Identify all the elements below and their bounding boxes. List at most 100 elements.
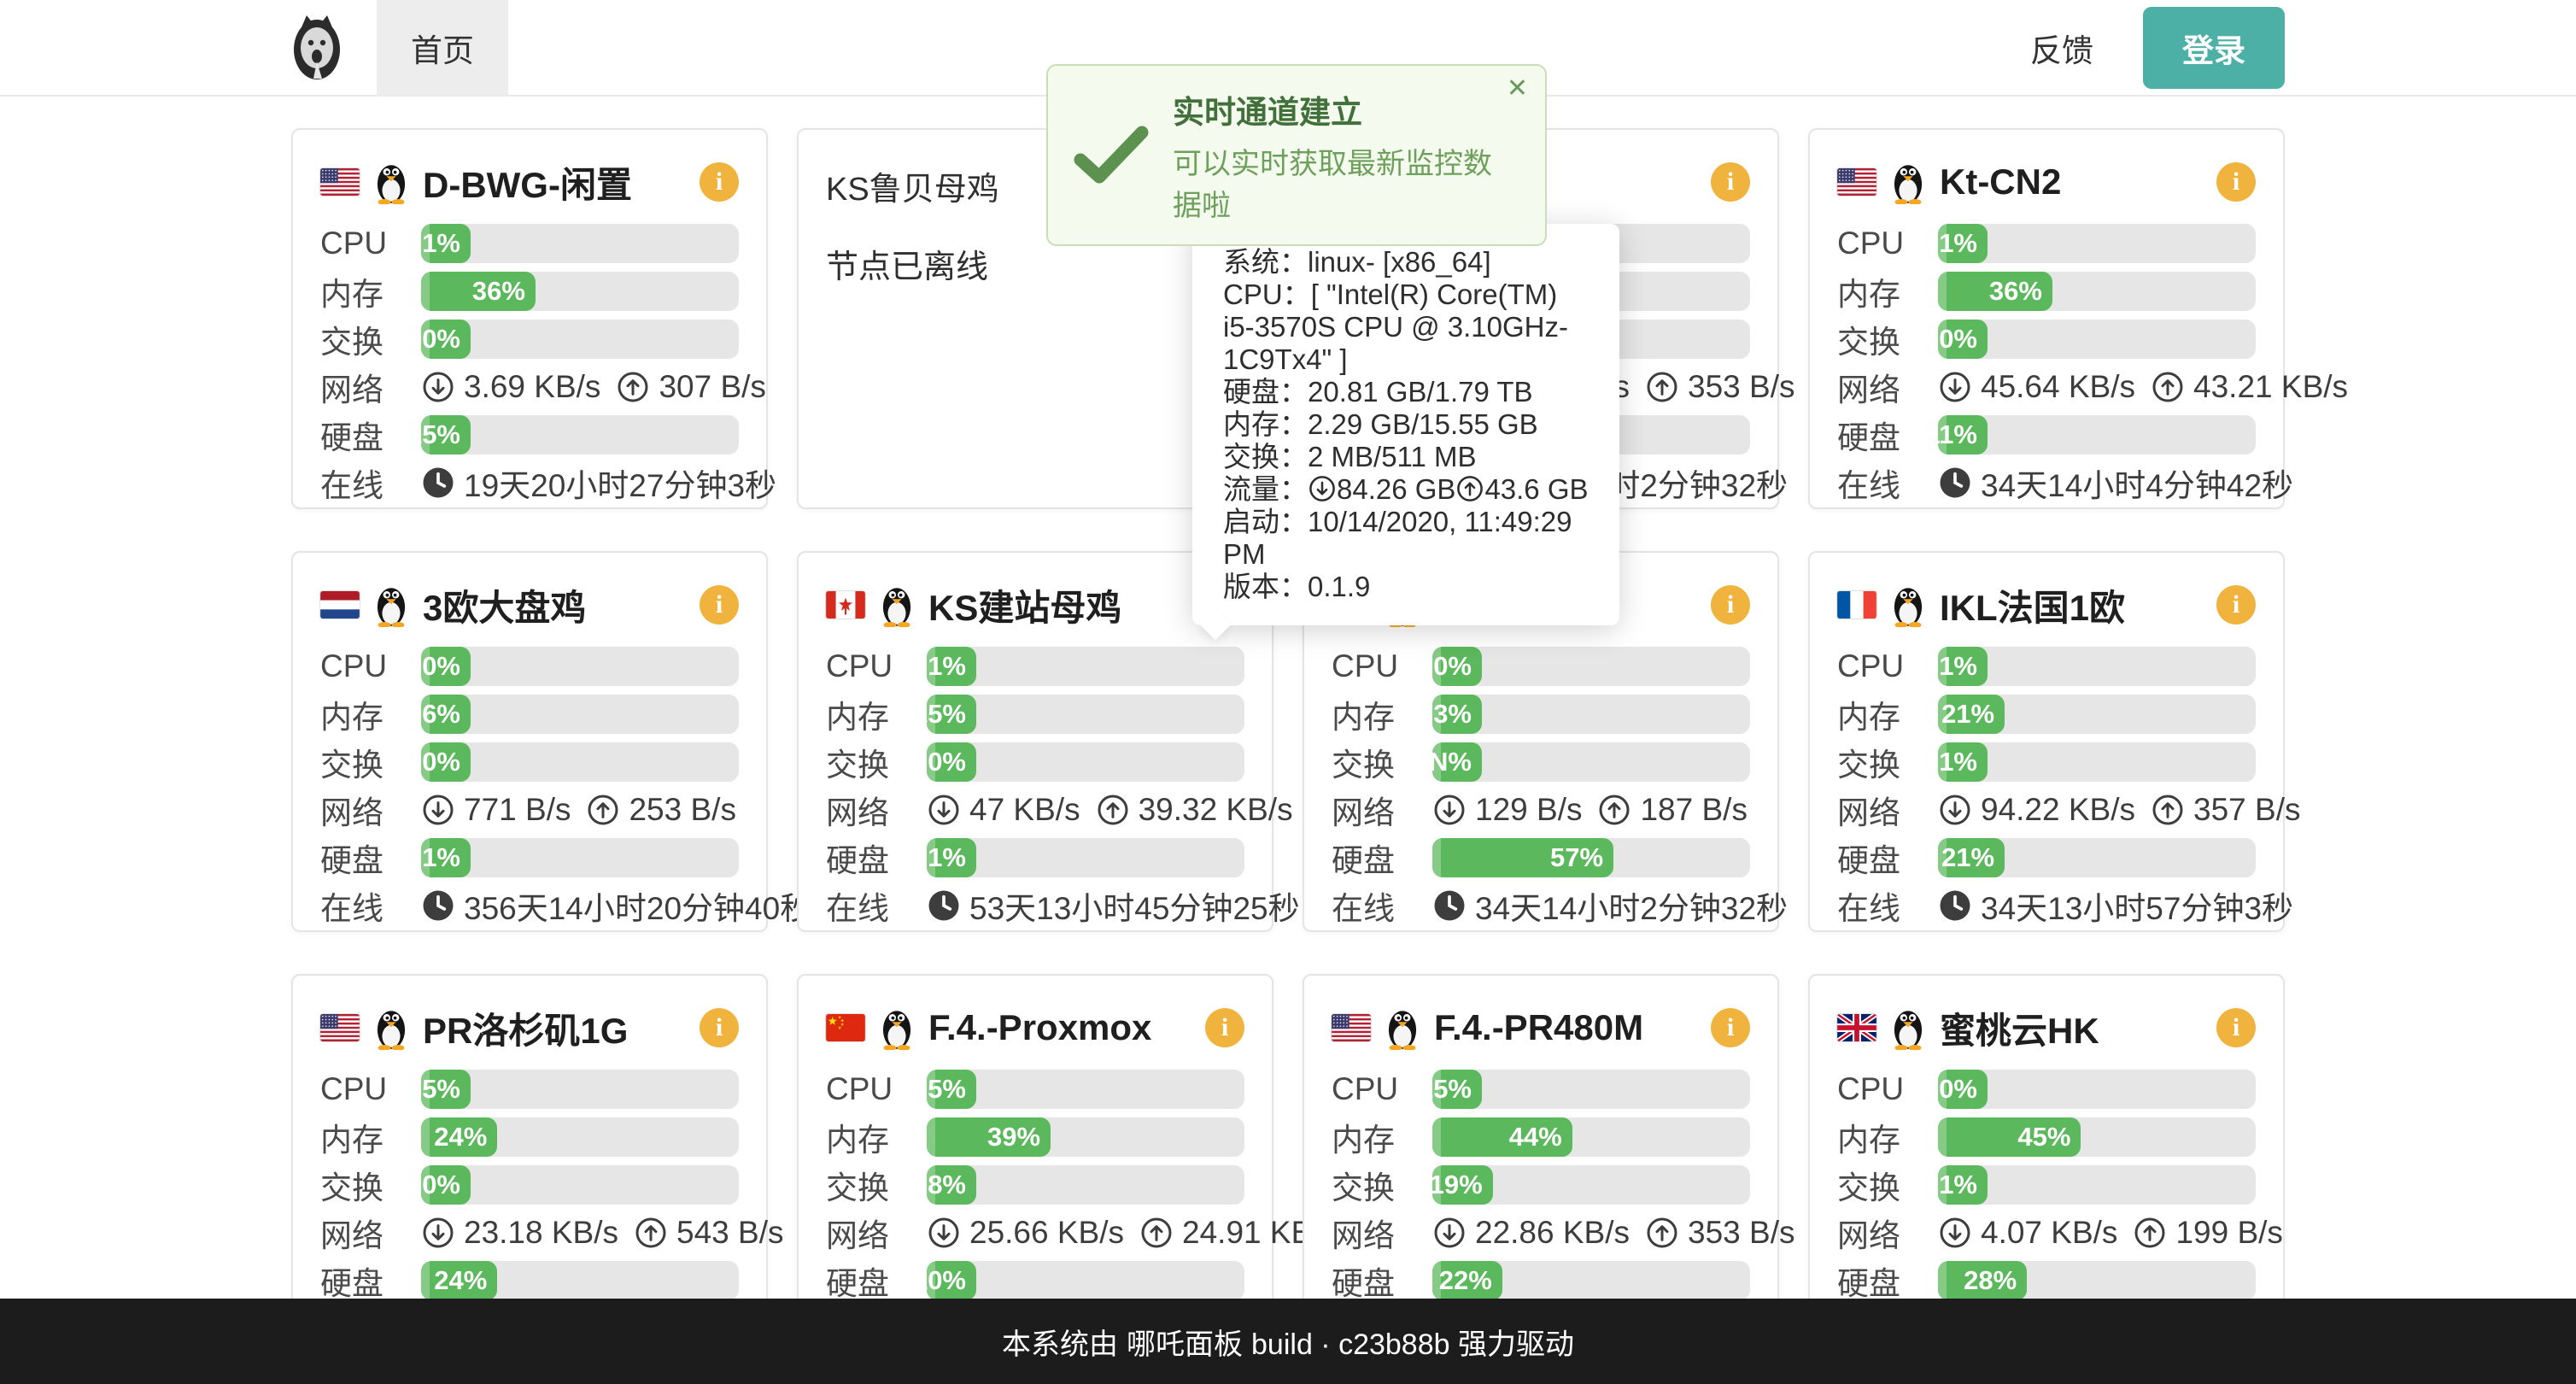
- stat-row-network: 网络 23.18 KB/s 543 B/s: [320, 1213, 739, 1252]
- network-up-value: 353 B/s: [1688, 369, 1794, 405]
- memory-progress-track: 36%: [421, 272, 739, 311]
- network-up-value: 357 B/s: [2193, 792, 2300, 828]
- stat-row-disk: 硬盘 21%: [1837, 838, 2256, 877]
- swap-progress-track: 1%: [1938, 1165, 2256, 1205]
- network-up-value: 187 B/s: [1640, 792, 1747, 828]
- server-card: D-BWG-闲置 i CPU 1% 内存 36% 交换 0% 网络 3.69 K…: [291, 128, 768, 509]
- stat-row-memory: 内存 15%: [826, 695, 1244, 734]
- tooltip-label: 内存：: [1223, 408, 1308, 440]
- info-icon[interactable]: i: [700, 585, 739, 625]
- stat-label-memory: 内存: [826, 1114, 927, 1160]
- stat-row-network: 网络 47 KB/s 39.32 KB/s: [826, 790, 1244, 830]
- toast-title: 实时通道建立: [1173, 86, 1519, 132]
- server-name: F.4.-Proxmox: [928, 1007, 1151, 1048]
- site-logo[interactable]: [291, 14, 342, 82]
- stat-row-swap: 交换 8%: [826, 1165, 1244, 1205]
- disk-progress-track: 10%: [927, 1261, 1244, 1300]
- stat-row-memory: 内存 6%: [320, 695, 739, 734]
- login-button[interactable]: 登录: [2143, 7, 2285, 89]
- cpu-percent-label: 5%: [928, 1074, 976, 1105]
- stat-row-network: 网络 129 B/s 187 B/s: [1332, 790, 1750, 830]
- cpu-progress-fill: 5%: [421, 1070, 471, 1109]
- stat-label-network: 网络: [320, 364, 421, 410]
- network-down-value: 25.66 KB/s: [969, 1215, 1124, 1251]
- network-up-value: 353 B/s: [1688, 1215, 1794, 1251]
- card-header: 蜜桃云HK i: [1837, 1003, 2256, 1053]
- disk-percent-label: 10%: [927, 1265, 976, 1296]
- server-card: Kt-CN2 i CPU 1% 内存 36% 交换 0% 网络 45.64 KB…: [1808, 128, 2285, 509]
- info-icon[interactable]: i: [1711, 162, 1750, 202]
- disk-progress-track: 22%: [1432, 1261, 1750, 1300]
- uptime-value: 34天14小时2分钟32秒: [1475, 883, 1788, 929]
- swap-percent-label: N%: [1432, 747, 1482, 777]
- tooltip-row-traffic: 流量：84.26 GB43.6 GB: [1223, 473, 1589, 506]
- nav-feedback-link[interactable]: 反馈: [2030, 25, 2093, 71]
- info-icon[interactable]: i: [1711, 1008, 1750, 1047]
- card-header: KS建站母鸡 i: [826, 580, 1244, 630]
- uptime-value-wrap: 34天14小时4分钟42秒: [1938, 460, 2293, 506]
- memory-progress-fill: 21%: [1938, 695, 2005, 734]
- tooltip-row: 交换：2 MB/511 MB: [1223, 441, 1589, 473]
- swap-progress-fill: 0%: [1938, 320, 1988, 359]
- cpu-progress-track: 15%: [1432, 1070, 1750, 1109]
- footer-text-suffix: build · c23b88b 强力驱动: [1251, 1321, 1574, 1363]
- info-icon[interactable]: i: [1205, 1008, 1244, 1047]
- tooltip-value: 2 MB/511 MB: [1308, 441, 1476, 472]
- uptime-value-wrap: 53天13小时45分钟25秒: [927, 883, 1300, 929]
- tooltip-label: 启动：: [1223, 506, 1308, 537]
- toast-realtime-channel: 实时通道建立 可以实时获取最新监控数据啦 ✕: [1046, 64, 1547, 246]
- cpu-progress-track: 0%: [1938, 1070, 2256, 1109]
- flag-fr-icon: [1837, 591, 1876, 619]
- stat-label-disk: 硬盘: [1837, 835, 1938, 881]
- nav-tab-home[interactable]: 首页: [377, 0, 508, 96]
- card-header: F.4.-Proxmox i: [826, 1003, 1244, 1053]
- memory-progress-fill: 39%: [927, 1117, 1051, 1157]
- cpu-percent-label: 1%: [1939, 651, 1988, 682]
- cpu-progress-track: 5%: [927, 1070, 1244, 1109]
- memory-percent-label: 24%: [434, 1122, 497, 1152]
- stat-row-cpu: CPU 0%: [320, 647, 739, 686]
- network-down-value: 4.07 KB/s: [1981, 1215, 2117, 1251]
- linux-tux-icon: [373, 1006, 409, 1050]
- server-name: F.4.-PR480M: [1434, 1007, 1643, 1048]
- disk-percent-label: 28%: [1964, 1265, 2027, 1296]
- info-icon[interactable]: i: [700, 1008, 739, 1047]
- stat-row-network: 网络 3.69 KB/s 307 B/s: [320, 367, 739, 407]
- stat-label-disk: 硬盘: [1332, 1258, 1432, 1304]
- uptime-value-wrap: 34天14小时2分钟32秒: [1432, 883, 1788, 929]
- info-icon[interactable]: i: [2216, 585, 2256, 625]
- network-speeds: 4.07 KB/s 199 B/s: [1938, 1215, 2283, 1251]
- memory-progress-fill: 3%: [1432, 695, 1482, 734]
- cpu-progress-fill: 5%: [927, 1070, 976, 1109]
- disk-progress-fill: 15%: [421, 415, 471, 454]
- info-icon[interactable]: i: [700, 162, 739, 202]
- disk-percent-label: 22%: [1439, 1265, 1502, 1296]
- cpu-percent-label: 1%: [422, 228, 471, 259]
- stat-row-uptime: 在线 34天13小时57分钟3秒: [1837, 886, 2256, 925]
- swap-progress-fill: 0%: [421, 742, 471, 782]
- stat-label-uptime: 在线: [320, 460, 421, 506]
- flag-cn-icon: [826, 1014, 865, 1041]
- footer-panel-link[interactable]: 哪吒面板: [1127, 1321, 1243, 1363]
- flag-us-icon: [320, 168, 360, 196]
- stat-label-memory: 内存: [320, 691, 421, 737]
- info-icon[interactable]: i: [2216, 162, 2256, 202]
- server-name: PR洛杉矶1G: [423, 1002, 628, 1054]
- stat-row-cpu: CPU 1%: [826, 647, 1244, 686]
- cpu-progress-track: 0%: [1432, 647, 1750, 686]
- disk-progress-fill: 1%: [421, 838, 471, 877]
- memory-progress-track: 6%: [421, 695, 739, 734]
- memory-percent-label: 45%: [2017, 1122, 2081, 1152]
- swap-percent-label: 1%: [1939, 1170, 1988, 1200]
- flag-gb-icon: [1837, 1014, 1876, 1041]
- network-up-value: 253 B/s: [629, 792, 735, 828]
- info-icon[interactable]: i: [2216, 1008, 2256, 1047]
- disk-progress-fill: 24%: [421, 1261, 497, 1300]
- card-header: F.4.-PR480M i: [1332, 1003, 1750, 1053]
- tooltip-label: 硬盘：: [1223, 376, 1308, 408]
- cpu-percent-label: 5%: [422, 1074, 471, 1105]
- linux-tux-icon: [1385, 1006, 1420, 1050]
- network-speeds: 25.66 KB/s 24.91 KB/s: [927, 1215, 1337, 1251]
- info-icon[interactable]: i: [1711, 585, 1750, 625]
- toast-close-icon[interactable]: ✕: [1507, 76, 1528, 102]
